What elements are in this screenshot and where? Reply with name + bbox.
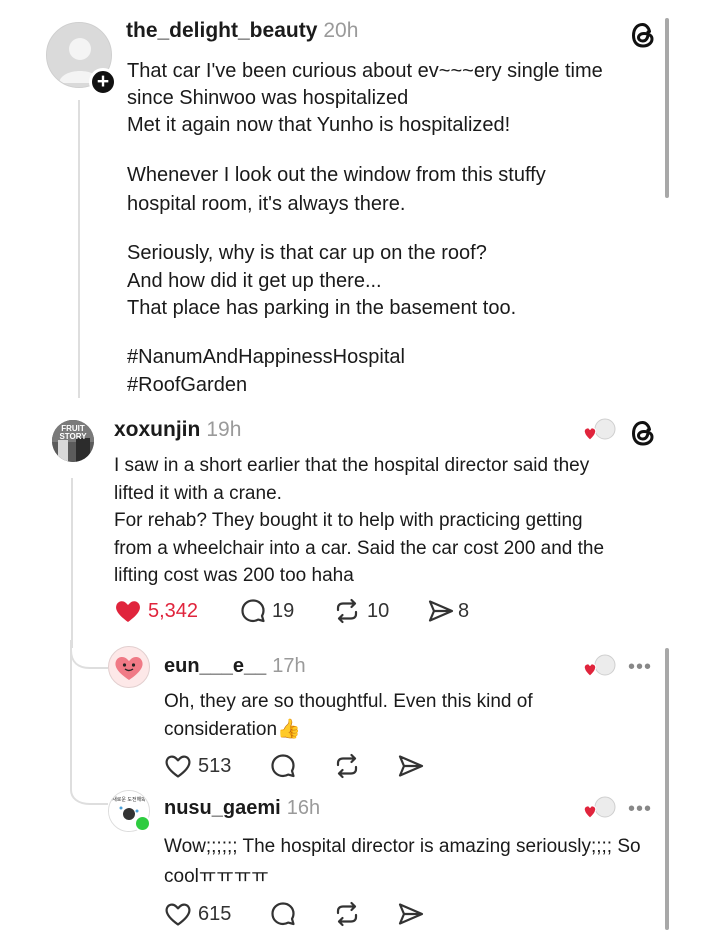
reply-line: consideration👍 [164, 719, 301, 740]
post-line: Met it again now that Yunho is hospitali… [127, 114, 511, 137]
like-count: 513 [198, 754, 232, 777]
repost-button[interactable] [333, 753, 361, 779]
repost-icon [336, 753, 358, 779]
reply-button[interactable] [270, 753, 296, 779]
post-line: since Shinwoo was hospitalized [127, 87, 409, 110]
heart-icon [116, 601, 140, 622]
reply-body: Wow;;;;;; The hospital director is amazi… [164, 832, 641, 892]
more-icon[interactable]: ••• [628, 656, 652, 679]
reply-time: 16h [286, 797, 321, 819]
post-line: Whenever I look out the window from this… [127, 164, 546, 186]
thread-line [71, 478, 73, 648]
avatar-text: 새로운 도전해봐 [112, 797, 146, 803]
post-body: Seriously, why is that car up on the roo… [127, 240, 516, 323]
repost-button[interactable]: 10 [333, 598, 389, 624]
heart-face-avatar-icon [115, 656, 143, 680]
like-count: 5,342 [148, 599, 199, 622]
avatar-text: FRUIT STORY [59, 424, 87, 441]
reply-username[interactable]: nusu_gaemi 16h [164, 797, 320, 820]
threads-logo-icon[interactable] [628, 20, 658, 50]
reply-line: coolㅠㅠㅠㅠ [164, 866, 269, 887]
reply-line: lifted it with a crane. [114, 482, 282, 504]
like-button[interactable]: 513 [164, 753, 231, 779]
thread-connector [70, 640, 108, 805]
avatar[interactable]: FRUIT STORY [52, 420, 94, 462]
post-body: Whenever I look out the window from this… [127, 161, 546, 219]
post-line: That car I've been curious about ev~~~er… [127, 60, 603, 82]
follow-plus-button[interactable]: + [89, 68, 117, 96]
author-liked-icon [583, 796, 616, 819]
scrollbar-top[interactable] [665, 18, 669, 198]
reply-line: I saw in a short earlier that the hospit… [114, 455, 590, 476]
like-button[interactable]: 615 [164, 901, 231, 927]
threads-logo-icon[interactable] [628, 418, 658, 448]
share-count: 8 [458, 599, 470, 622]
avatar[interactable] [108, 646, 150, 688]
post-line: That place has parking in the basement t… [127, 297, 517, 319]
share-icon [398, 903, 424, 925]
reply-line: from a wheelchair into a car. Said the c… [114, 537, 605, 559]
thumbs-up-emoji: 👍 [277, 719, 301, 740]
like-button[interactable]: 5,342 [114, 598, 198, 624]
repost-button[interactable] [333, 901, 361, 927]
repost-icon [336, 598, 358, 624]
scrollbar-bottom[interactable] [665, 648, 669, 930]
comment-icon [271, 754, 295, 778]
comment-icon [271, 902, 295, 926]
author-liked-icon [583, 654, 616, 677]
reply-line: lifting cost was 200 too haha [114, 565, 354, 586]
comment-icon [241, 599, 265, 623]
reply-time: 17h [272, 655, 306, 677]
share-icon [428, 600, 454, 622]
online-status-badge [134, 815, 151, 832]
reply-line: For rehab? They bought it to help with p… [114, 510, 583, 531]
thread-line [78, 100, 80, 398]
post-body: That car I've been curious about ev~~~er… [127, 58, 603, 140]
author-liked-icon [583, 418, 616, 441]
post-username[interactable]: the_delight_beauty 20h [126, 19, 358, 43]
share-icon [398, 755, 424, 777]
reply-line: Oh, they are so thoughtful. Even this ki… [164, 691, 533, 712]
reply-username[interactable]: xoxunjin 19h [114, 418, 241, 442]
reply-body: Oh, they are so thoughtful. Even this ki… [164, 688, 533, 744]
repost-icon [336, 901, 358, 927]
post-line: Seriously, why is that car up on the roo… [127, 242, 487, 264]
reply-count: 19 [272, 599, 295, 622]
hashtag-link[interactable]: #NanumAndHappinessHospital [127, 343, 405, 371]
post-line: hospital room, it's always there. [127, 193, 406, 215]
reply-button[interactable]: 19 [240, 598, 294, 624]
reply-username[interactable]: eun___e__ 17h [164, 655, 306, 678]
like-count: 615 [198, 902, 232, 925]
post-line: And how did it get up there... [127, 269, 382, 292]
heart-icon [165, 903, 191, 926]
hashtag-link[interactable]: #RoofGarden [127, 371, 405, 399]
reply-time: 19h [206, 418, 242, 441]
more-icon[interactable]: ••• [628, 798, 652, 821]
reply-button[interactable] [270, 901, 296, 927]
share-button[interactable] [397, 901, 425, 927]
heart-icon [165, 755, 191, 778]
post-hashtags: #NanumAndHappinessHospital #RoofGarden [127, 343, 405, 399]
post-time: 20h [323, 19, 359, 42]
share-button[interactable]: 8 [427, 598, 469, 624]
share-button[interactable] [397, 753, 425, 779]
plus-icon: + [96, 70, 110, 93]
reply-line: Wow;;;;;; The hospital director is amazi… [164, 836, 641, 857]
repost-count: 10 [367, 599, 390, 622]
reply-body: I saw in a short earlier that the hospit… [114, 452, 604, 590]
